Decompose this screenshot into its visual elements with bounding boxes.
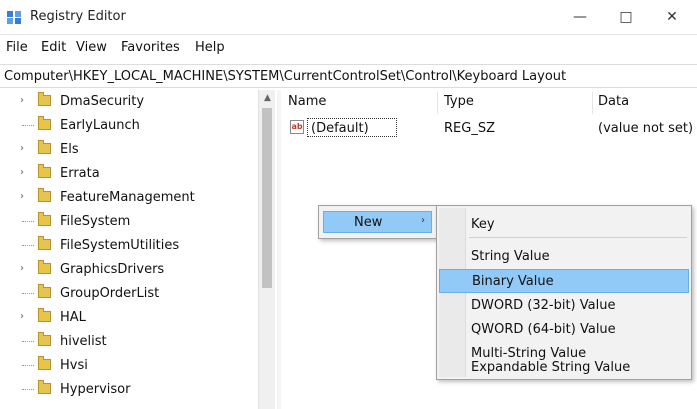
tree-connector <box>22 245 34 246</box>
menu-item-key[interactable]: Key <box>439 213 689 237</box>
menu-item-label: Binary Value <box>472 274 554 289</box>
tree-item-label: GroupOrderList <box>60 286 160 301</box>
tree-item[interactable]: › FeatureManagement <box>0 186 258 210</box>
scroll-up-arrow-icon[interactable]: ▲ <box>259 90 276 107</box>
close-button[interactable]: ✕ <box>649 0 695 34</box>
tree-item[interactable]: Hvsi <box>0 354 258 378</box>
folder-icon <box>38 188 51 202</box>
menu-help[interactable]: Help <box>195 40 225 55</box>
menu-item-string-value[interactable]: String Value <box>439 245 689 269</box>
folder-icon <box>38 236 51 250</box>
tree-item-label: EarlyLaunch <box>60 118 140 133</box>
value-data: (value not set) <box>598 121 694 136</box>
tree-item[interactable]: FileSystemUtilities <box>0 234 258 258</box>
submenu-arrow-icon: › <box>421 215 425 226</box>
menu-divider <box>469 237 687 238</box>
maximize-button[interactable]: □ <box>603 0 649 34</box>
column-divider[interactable] <box>437 92 438 114</box>
column-header-type[interactable]: Type <box>444 94 474 109</box>
folder-icon <box>38 332 51 346</box>
expand-chevron-icon[interactable]: › <box>20 167 30 178</box>
expand-chevron-icon[interactable]: › <box>20 191 30 202</box>
expand-chevron-icon[interactable]: › <box>20 143 30 154</box>
menu-file[interactable]: File <box>6 40 28 55</box>
tree-item[interactable]: › HAL <box>0 306 258 330</box>
new-submenu: Key String Value Binary Value DWORD (32-… <box>436 205 692 380</box>
tree-item-label: DmaSecurity <box>60 94 145 109</box>
tree-item-label: FileSystem <box>60 214 131 229</box>
tree-connector <box>22 389 34 390</box>
address-bar[interactable]: Computer\HKEY_LOCAL_MACHINE\SYSTEM\Curre… <box>0 64 697 88</box>
tree-connector <box>22 125 34 126</box>
window-title: Registry Editor <box>30 9 126 24</box>
tree-item[interactable]: FileSystem <box>0 210 258 234</box>
folder-icon <box>38 284 51 298</box>
tree-item[interactable]: EarlyLaunch <box>0 114 258 138</box>
tree-item-label: FileSystemUtilities <box>60 238 180 253</box>
expand-chevron-icon[interactable]: › <box>20 263 30 274</box>
menu-favorites[interactable]: Favorites <box>121 40 180 55</box>
value-name[interactable]: (Default) <box>311 121 369 136</box>
menu-item-label: String Value <box>471 249 550 264</box>
key-tree[interactable]: › DmaSecurity EarlyLaunch › Els › Errata… <box>0 90 258 409</box>
registry-editor-icon <box>7 11 21 24</box>
menu-item-label: Expandable String Value <box>471 360 631 375</box>
tree-connector <box>22 365 34 366</box>
menu-item-binary-value[interactable]: Binary Value <box>439 269 689 293</box>
menu-bar: File Edit View Favorites Help <box>0 36 697 60</box>
column-header-data[interactable]: Data <box>598 94 629 109</box>
tree-item[interactable]: Hypervisor <box>0 378 258 402</box>
pane-splitter[interactable] <box>277 90 281 409</box>
tree-connector <box>22 221 34 222</box>
expand-chevron-icon[interactable]: › <box>20 311 30 322</box>
tree-item-label: Hvsi <box>60 358 88 373</box>
tree-item-label: HAL <box>60 310 86 325</box>
tree-item[interactable]: › Els <box>0 138 258 162</box>
column-divider[interactable] <box>592 92 593 114</box>
tree-item-label: Hypervisor <box>60 382 131 397</box>
menu-item-new[interactable]: New › <box>323 211 432 233</box>
expand-chevron-icon[interactable]: › <box>20 95 30 106</box>
menu-item-label: New <box>354 215 383 230</box>
scrollbar-thumb[interactable] <box>262 108 272 288</box>
tree-item-label: Errata <box>60 166 100 181</box>
folder-icon <box>38 164 51 178</box>
menu-item-qword-value[interactable]: QWORD (64-bit) Value <box>439 318 689 342</box>
string-value-icon: ab <box>290 120 304 134</box>
folder-icon <box>38 356 51 370</box>
tree-item-label: GraphicsDrivers <box>60 262 165 277</box>
title-bar: Registry Editor — □ ✕ <box>0 0 697 35</box>
menu-view[interactable]: View <box>76 40 107 55</box>
menu-item-dword-value[interactable]: DWORD (32-bit) Value <box>439 294 689 318</box>
column-header-name[interactable]: Name <box>288 94 326 109</box>
tree-connector <box>22 293 34 294</box>
menu-item-label: QWORD (64-bit) Value <box>471 322 616 337</box>
tree-item[interactable]: hivelist <box>0 330 258 354</box>
tree-connector <box>22 341 34 342</box>
folder-icon <box>38 116 51 130</box>
menu-item-label: Key <box>471 217 495 232</box>
tree-item[interactable]: GroupOrderList <box>0 282 258 306</box>
folder-icon <box>38 92 51 106</box>
folder-icon <box>38 380 51 394</box>
tree-item[interactable]: › Errata <box>0 162 258 186</box>
tree-item[interactable]: › DmaSecurity <box>0 90 258 114</box>
menu-item-expandable-string-value[interactable]: Expandable String Value <box>439 356 689 380</box>
minimize-button[interactable]: — <box>557 0 603 34</box>
tree-item[interactable]: › GraphicsDrivers <box>0 258 258 282</box>
tree-item-label: Els <box>60 142 79 157</box>
tree-scrollbar[interactable]: ▲ <box>258 90 275 409</box>
folder-icon <box>38 308 51 322</box>
menu-edit[interactable]: Edit <box>41 40 66 55</box>
value-type: REG_SZ <box>444 121 495 136</box>
tree-item-label: FeatureManagement <box>60 190 195 205</box>
folder-icon <box>38 260 51 274</box>
folder-icon <box>38 140 51 154</box>
menu-item-label: DWORD (32-bit) Value <box>471 298 616 313</box>
tree-item-label: hivelist <box>60 334 107 349</box>
folder-icon <box>38 212 51 226</box>
context-menu: New › <box>318 205 437 239</box>
